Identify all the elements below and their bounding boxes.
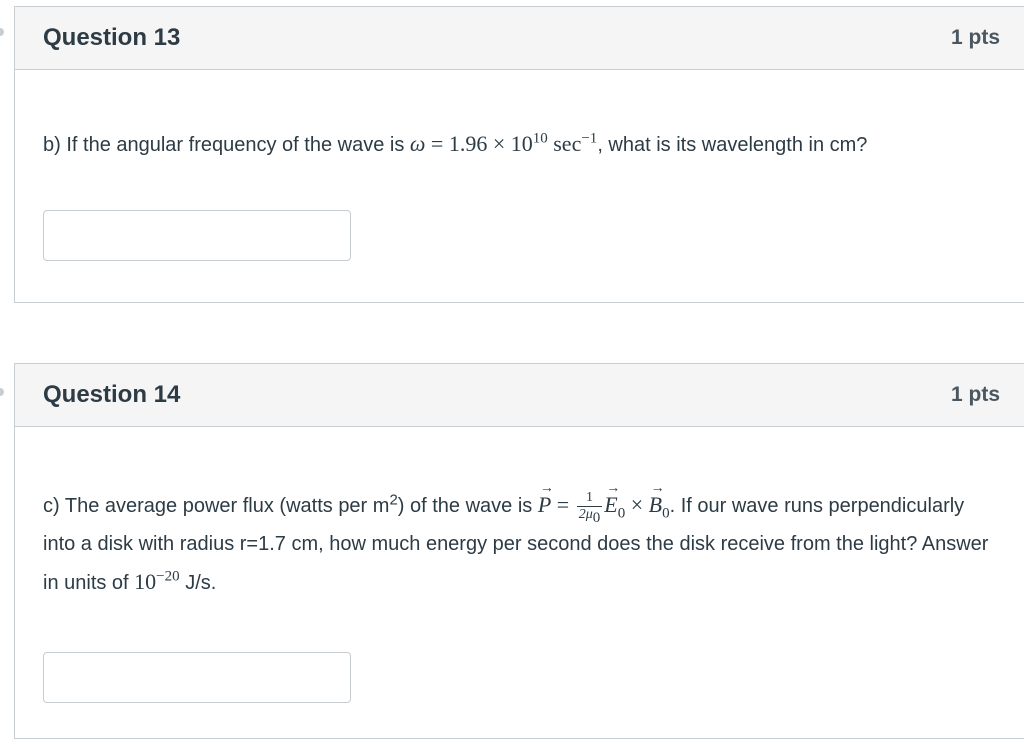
question-14-card: Question 14 1 pts c) The average power f…: [14, 363, 1024, 739]
question-13-card: Question 13 1 pts b) If the angular freq…: [14, 6, 1024, 303]
one-over-two-mu-fraction: 1 2μ0: [576, 490, 603, 527]
question-14-header: Question 14 1 pts: [15, 364, 1024, 427]
omega-equation: ω = 1.96 × 1010 sec−1: [409, 130, 598, 156]
question-13-body: b) If the angular frequency of the wave …: [15, 129, 1024, 261]
question-13-title: Question 13: [43, 24, 181, 51]
question-14-points: 1 pts: [950, 383, 1000, 406]
question-13-answer-input[interactable]: [43, 210, 351, 261]
question-14-body: c) The average power flux (watts per m2)…: [15, 470, 1024, 703]
question-14-text: c) The average power flux (watts per m2)…: [43, 470, 996, 602]
quiz-page: Question 13 1 pts b) If the angular freq…: [0, 0, 1024, 744]
question-13-header: Question 13 1 pts: [15, 7, 1024, 70]
question-13-marker: [0, 28, 4, 36]
question-14-marker: [0, 388, 4, 396]
question-13-points: 1 pts: [950, 26, 1000, 49]
power-flux-equation: P = 12μ0E0 × B0: [538, 470, 670, 526]
question-13-text: b) If the angular frequency of the wave …: [43, 130, 868, 156]
question-14-title: Question 14: [43, 381, 181, 408]
question-14-answer-input[interactable]: [43, 652, 351, 703]
